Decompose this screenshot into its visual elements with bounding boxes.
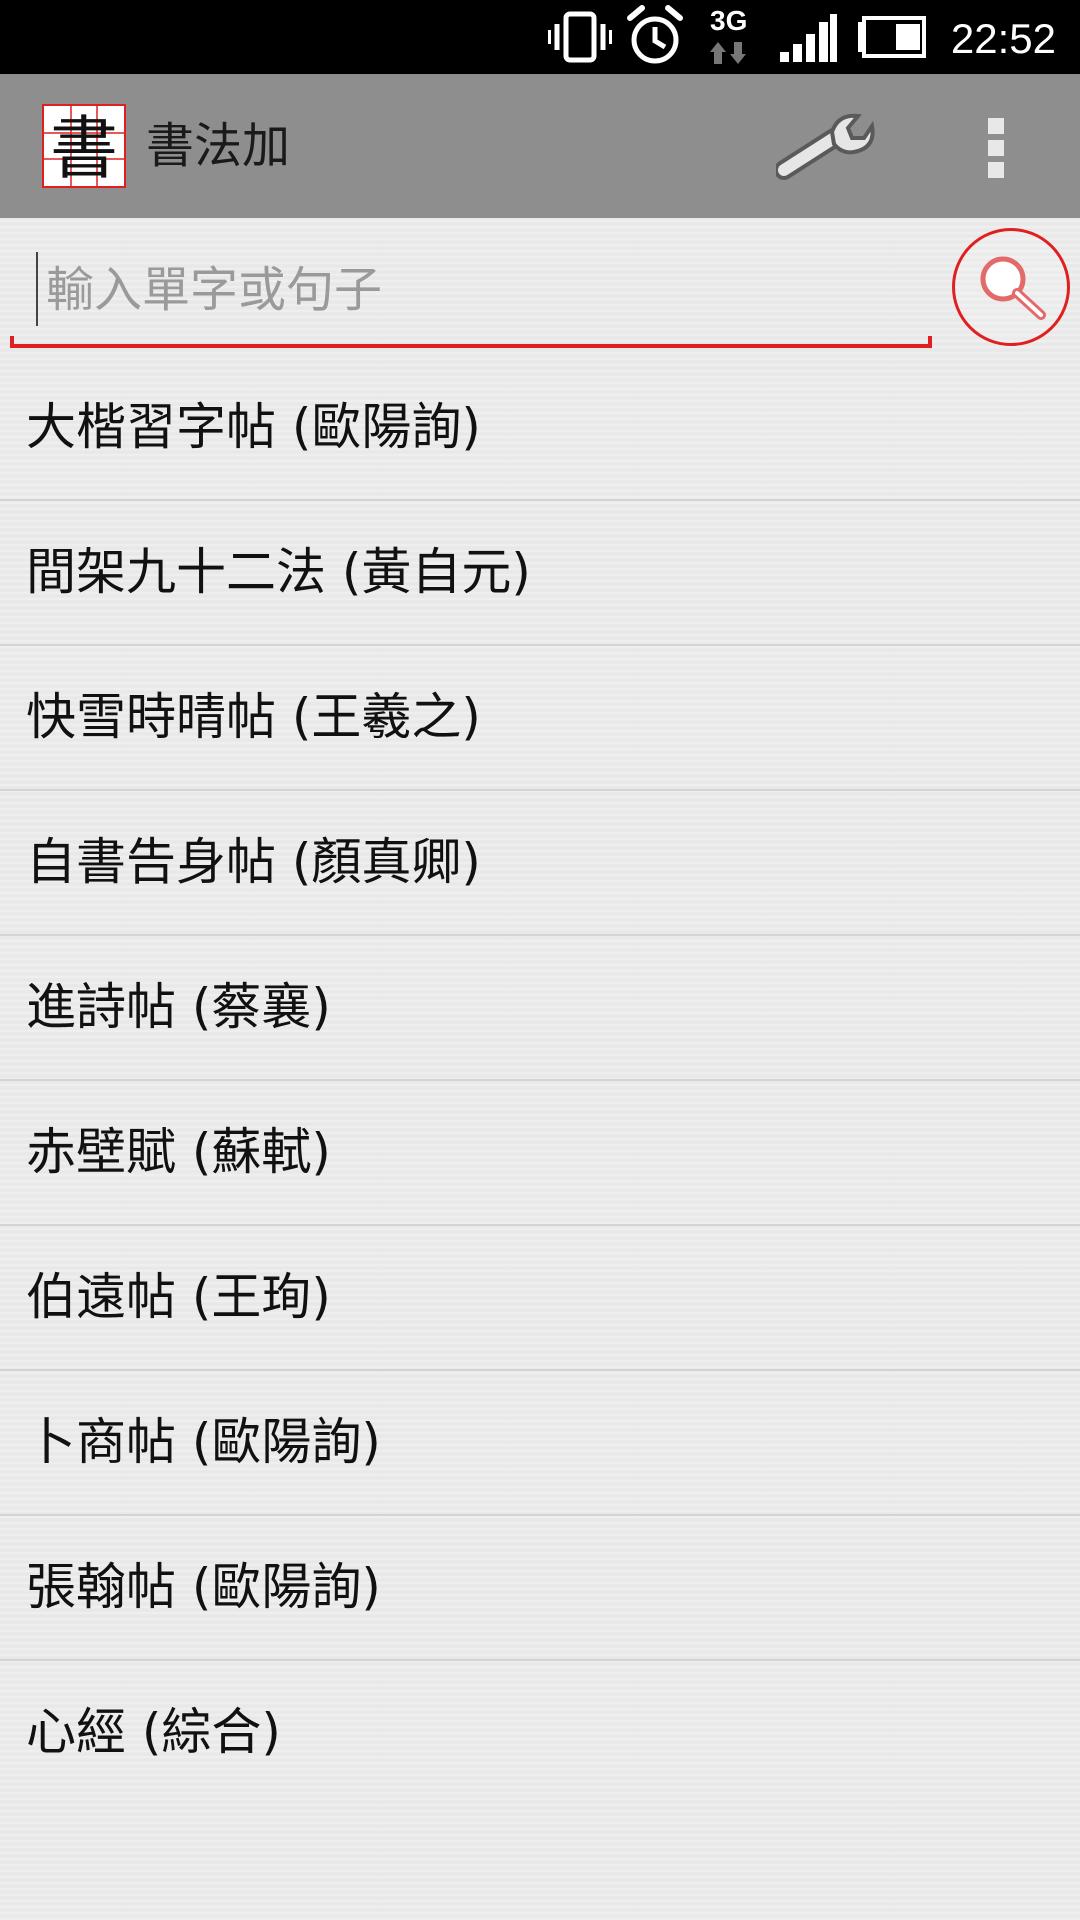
list-item-label: 心經 (綜合) xyxy=(26,1703,281,1761)
list-item-label: 張翰帖 (歐陽詢) xyxy=(26,1558,381,1616)
list-item-label: 間架九十二法 (黃自元) xyxy=(26,543,531,601)
list-item-label: 赤壁賦 (蘇軾) xyxy=(26,1123,331,1181)
svg-text:3G: 3G xyxy=(710,5,747,36)
wrench-icon xyxy=(774,113,875,180)
list-item[interactable]: 赤壁賦 (蘇軾) xyxy=(0,1081,1080,1226)
network-3g-icon: 3G xyxy=(706,0,758,74)
list-item-label: 伯遠帖 (王珣) xyxy=(26,1268,331,1326)
overflow-menu-button[interactable] xyxy=(976,114,1016,182)
search-input[interactable] xyxy=(34,250,914,330)
list-item-label: 大楷習字帖 (歐陽詢) xyxy=(26,398,481,456)
app-logo[interactable]: 書 xyxy=(42,104,126,188)
search-field[interactable] xyxy=(10,248,932,348)
status-time: 22:52 xyxy=(950,15,1056,62)
list-item[interactable]: 伯遠帖 (王珣) xyxy=(0,1226,1080,1371)
list-item[interactable]: 心經 (綜合) xyxy=(0,1661,1080,1806)
list-item[interactable]: 間架九十二法 (黃自元) xyxy=(0,501,1080,646)
action-bar: 書 書法加 xyxy=(0,74,1080,218)
list-item[interactable]: 自書告身帖 (顏真卿) xyxy=(0,791,1080,936)
list-item[interactable]: 卜商帖 (歐陽詢) xyxy=(0,1371,1080,1516)
search-underline xyxy=(10,336,932,348)
status-bar: 3G 22:52 xyxy=(0,0,1080,74)
list-item-label: 進詩帖 (蔡襄) xyxy=(26,978,331,1036)
battery-icon xyxy=(856,0,928,74)
app-title: 書法加 xyxy=(146,118,291,174)
list-item[interactable]: 進詩帖 (蔡襄) xyxy=(0,936,1080,1081)
search-button[interactable] xyxy=(952,228,1070,346)
text-caret xyxy=(36,252,38,326)
vibrate-icon xyxy=(547,0,613,74)
list-item-label: 快雪時晴帖 (王羲之) xyxy=(26,688,481,746)
alarm-icon xyxy=(624,0,686,74)
search-icon xyxy=(980,256,1046,320)
overflow-dot xyxy=(988,140,1004,156)
settings-button[interactable] xyxy=(774,108,876,188)
svg-text:書: 書 xyxy=(50,110,118,186)
list-item-label: 自書告身帖 (顏真卿) xyxy=(26,833,481,891)
list-item[interactable]: 大楷習字帖 (歐陽詢) xyxy=(0,356,1080,501)
overflow-dot xyxy=(988,162,1004,178)
calligraphy-list: 大楷習字帖 (歐陽詢) 間架九十二法 (黃自元) 快雪時晴帖 (王羲之) 自書告… xyxy=(0,356,1080,1806)
content-area: 大楷習字帖 (歐陽詢) 間架九十二法 (黃自元) 快雪時晴帖 (王羲之) 自書告… xyxy=(0,218,1080,1920)
list-item[interactable]: 張翰帖 (歐陽詢) xyxy=(0,1516,1080,1661)
list-item-label: 卜商帖 (歐陽詢) xyxy=(26,1413,381,1471)
overflow-menu-icon xyxy=(988,118,1004,134)
list-item[interactable]: 快雪時晴帖 (王羲之) xyxy=(0,646,1080,791)
signal-icon xyxy=(778,0,838,74)
